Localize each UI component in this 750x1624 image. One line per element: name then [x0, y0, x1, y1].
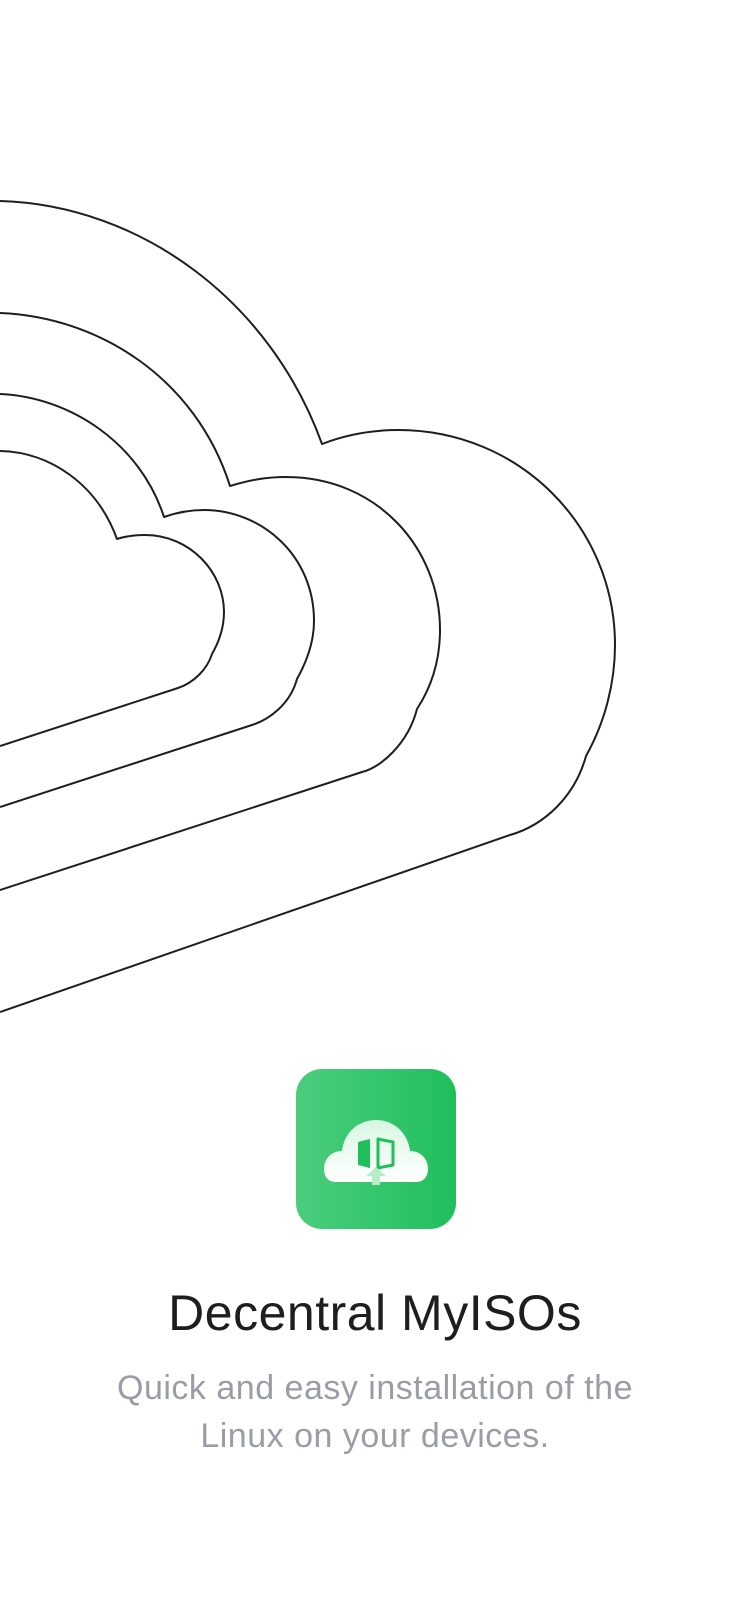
app-title: Decentral MyISOs [168, 1285, 582, 1341]
cloud-outline-2 [0, 312, 441, 891]
cloud-outline-1 [0, 200, 616, 1013]
cloud-upload-icon [324, 1120, 428, 1185]
cloud-outline-4 [0, 450, 225, 747]
nested-clouds-illustration [0, 200, 616, 1013]
app-tagline: Quick and easy installation of the Linux… [117, 1369, 633, 1455]
hero-illustration [0, 0, 750, 1040]
app-icon [296, 1069, 456, 1229]
cloud-outline-3 [0, 393, 315, 808]
